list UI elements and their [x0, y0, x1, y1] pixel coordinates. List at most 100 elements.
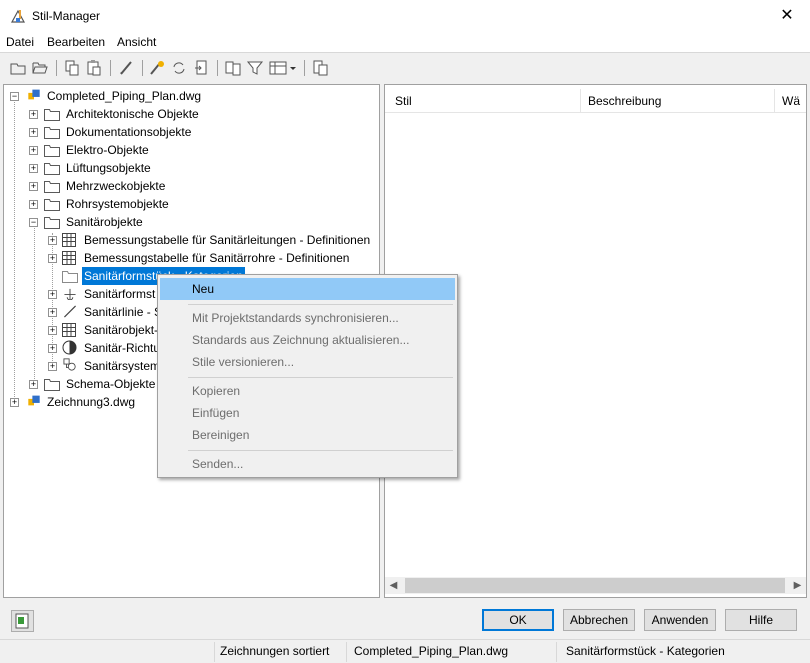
expand-icon[interactable]: +: [48, 308, 57, 317]
panel-icon: [15, 613, 29, 629]
tree-label: Schema-Objekte: [66, 377, 156, 391]
expand-icon[interactable]: +: [29, 164, 38, 173]
menu-item-versioning[interactable]: Stile versionieren...: [160, 351, 455, 373]
column-divider[interactable]: [774, 89, 775, 113]
tree-label: Mehrzweckobjekte: [66, 179, 166, 193]
tree-item-category[interactable]: + Elektro-Objekte: [29, 141, 369, 159]
copy-icon[interactable]: [63, 59, 81, 77]
fitting-icon: [64, 288, 76, 300]
folder-icon: [44, 163, 60, 175]
menu-item-send[interactable]: Senden...: [160, 453, 455, 475]
expand-icon[interactable]: +: [48, 290, 57, 299]
tree-item-category[interactable]: + Dokumentationsobjekte: [29, 123, 369, 141]
tree-label: Architektonische Objekte: [66, 107, 199, 121]
column-third[interactable]: Wä: [776, 89, 806, 113]
help-button[interactable]: Hilfe: [725, 609, 797, 631]
expand-icon[interactable]: +: [29, 146, 38, 155]
expand-icon[interactable]: +: [29, 182, 38, 191]
new-drawing-icon[interactable]: [9, 59, 27, 77]
tree-label: Sanitärformst: [84, 287, 156, 301]
menu-separator: [188, 450, 453, 451]
menu-ansicht[interactable]: Ansicht: [117, 35, 156, 49]
tree-item-category[interactable]: + Architektonische Objekte: [29, 105, 369, 123]
collapse-icon[interactable]: −: [29, 218, 38, 227]
tree-item-category[interactable]: + Lüftungsobjekte: [29, 159, 369, 177]
sync-icon[interactable]: [170, 59, 188, 77]
toggle-panel-button[interactable]: [11, 610, 34, 632]
expand-icon[interactable]: +: [29, 200, 38, 209]
open-drawing-icon[interactable]: [31, 59, 49, 77]
tree-label: Dokumentationsobjekte: [66, 125, 192, 139]
tree-item-category[interactable]: + Mehrzweckobjekte: [29, 177, 369, 195]
toolbar: [0, 53, 810, 83]
tree-label: Sanitär-Richtu: [84, 341, 161, 355]
paste-icon[interactable]: [85, 59, 103, 77]
tree-item-sanitaerobjekte[interactable]: − Sanitärobjekte: [29, 213, 369, 231]
menu-item-copy[interactable]: Kopieren: [160, 380, 455, 402]
expand-icon[interactable]: +: [48, 362, 57, 371]
status-selection: Sanitärformstück - Kategorien: [566, 644, 725, 658]
fitting-category-icon: [62, 271, 78, 283]
folder-icon: [44, 145, 60, 157]
expand-icon[interactable]: +: [10, 398, 19, 407]
expand-icon[interactable]: +: [48, 344, 57, 353]
expand-icon[interactable]: +: [29, 110, 38, 119]
close-button[interactable]: ✕: [764, 0, 810, 32]
menu-item-update-standards[interactable]: Standards aus Zeichnung aktualisieren...: [160, 329, 455, 351]
tree-label: Sanitärlinie - S: [84, 305, 163, 319]
expand-icon[interactable]: +: [29, 128, 38, 137]
folder-icon: [44, 127, 60, 139]
menu-item-sync[interactable]: Mit Projektstandards synchronisieren...: [160, 307, 455, 329]
menu-separator: [188, 304, 453, 305]
expand-icon[interactable]: +: [48, 326, 57, 335]
tree-item-style-type[interactable]: + Bemessungstabelle für Sanitärleitungen…: [48, 231, 378, 249]
expand-icon[interactable]: +: [48, 254, 57, 263]
tree-label: Sanitärobjekt-: [84, 323, 159, 337]
app-icon: [10, 9, 26, 23]
ok-button[interactable]: OK: [482, 609, 554, 631]
status-divider: [556, 642, 557, 662]
view-dropdown-icon[interactable]: [268, 59, 298, 77]
cancel-button[interactable]: Abbrechen: [563, 609, 635, 631]
compare-icon[interactable]: [224, 59, 242, 77]
menu-item-neu[interactable]: Neu: [160, 278, 455, 300]
list-header: Stil Beschreibung Wä: [385, 89, 806, 113]
tree-item-category[interactable]: + Rohrsystemobjekte: [29, 195, 369, 213]
folder-open-icon: [44, 217, 60, 229]
column-divider[interactable]: [580, 89, 581, 113]
toolbar-separator: [110, 60, 111, 76]
apply-button[interactable]: Anwenden: [644, 609, 716, 631]
tree-connector: [34, 225, 35, 383]
tree-label: Completed_Piping_Plan.dwg: [47, 89, 202, 103]
expand-icon[interactable]: +: [29, 380, 38, 389]
column-stil[interactable]: Stil: [389, 89, 579, 113]
menu-separator: [188, 377, 453, 378]
tree-item-style-type[interactable]: + Bemessungstabelle für Sanitärrohre - D…: [48, 249, 378, 267]
menu-datei[interactable]: Datei: [6, 35, 34, 49]
scroll-left-icon[interactable]: ◀: [385, 577, 402, 594]
folder-icon: [44, 181, 60, 193]
status-drawing: Completed_Piping_Plan.dwg: [354, 644, 509, 658]
expand-icon[interactable]: +: [48, 236, 57, 245]
update-standards-icon[interactable]: [192, 59, 210, 77]
tree-item-drawing-1[interactable]: − Completed_Piping_Plan.dwg: [10, 87, 370, 105]
status-divider: [214, 642, 215, 662]
horizontal-scrollbar[interactable]: ◀ ▶: [385, 577, 806, 594]
status-bar: Zeichnungen sortiert Completed_Piping_Pl…: [0, 639, 810, 663]
flow-direction-icon: [62, 340, 77, 355]
toggle-view-icon[interactable]: [311, 59, 329, 77]
tree-label: Sanitärobjekte: [66, 215, 143, 229]
scroll-right-icon[interactable]: ▶: [789, 577, 806, 594]
menu-bar: Datei Bearbeiten Ansicht: [0, 32, 810, 52]
column-beschreibung[interactable]: Beschreibung: [582, 89, 772, 113]
tree-label: Zeichnung3.dwg: [47, 395, 136, 409]
menu-item-purge[interactable]: Bereinigen: [160, 424, 455, 446]
menu-item-paste[interactable]: Einfügen: [160, 402, 455, 424]
menu-bearbeiten[interactable]: Bearbeiten: [47, 35, 105, 49]
scroll-thumb[interactable]: [405, 578, 785, 593]
collapse-icon[interactable]: −: [10, 92, 19, 101]
purge-icon[interactable]: [117, 59, 135, 77]
filter-icon[interactable]: [246, 59, 264, 77]
edit-style-icon[interactable]: [148, 59, 166, 77]
table-icon: [62, 233, 76, 247]
